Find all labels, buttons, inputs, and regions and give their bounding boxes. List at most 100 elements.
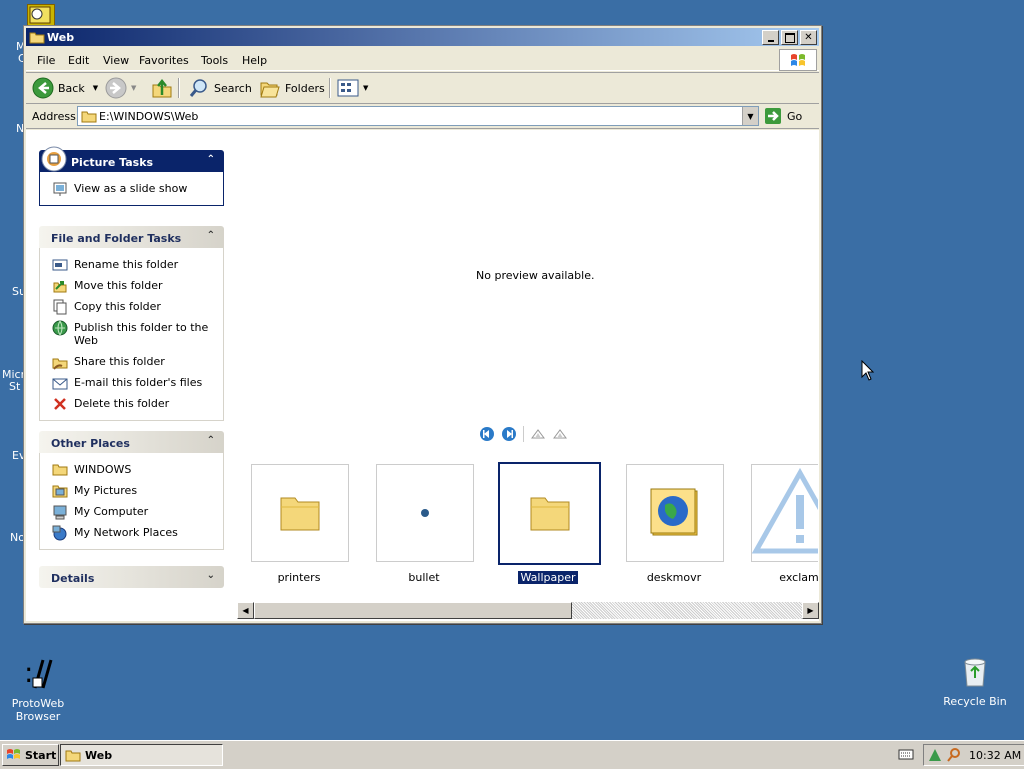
preview-message: No preview available. [476,269,595,282]
thumbnail-wallpaper[interactable] [498,462,601,565]
scroll-right-button[interactable]: ▶ [802,602,819,619]
computer-icon [53,505,67,520]
rotate-clockwise-icon[interactable] [530,426,546,442]
desktop-icon-protoweb[interactable]: : ProtoWeb Browser [8,656,68,723]
thumbnail-label: exclam [779,571,819,584]
rotate-counterclockwise-icon[interactable] [552,426,568,442]
address-value: E:\WINDOWS\Web [99,110,199,123]
arrow-left-icon: ◀ [242,606,249,615]
network-tray-icon[interactable] [927,747,943,763]
task-rename-folder[interactable]: Rename this folder [40,254,223,275]
toolbar-separator [178,78,180,98]
thumbnail-printers[interactable] [251,464,349,562]
windows-flag-icon [7,749,20,759]
menu-tools[interactable]: Tools [201,54,228,67]
views-button[interactable]: ▼ [337,77,368,99]
scrollbar-thumb[interactable] [254,602,572,619]
task-move-folder[interactable]: Move this folder [40,275,223,296]
details-panel: Details ⌄ [39,566,224,588]
go-button[interactable]: Go [764,107,802,125]
panel-header[interactable]: Picture Tasks ⌃ [39,146,224,172]
copy-icon [53,299,67,315]
nav-separator [523,426,524,442]
back-button[interactable]: Back ▼ [32,77,98,99]
globe-icon [650,488,698,536]
task-publish-folder[interactable]: Publish this folder to the Web [40,317,223,351]
menu-view[interactable]: View [103,54,129,67]
chevron-down-icon[interactable]: ▼ [131,84,136,92]
chevron-down-icon[interactable]: ▼ [93,84,98,92]
go-label: Go [787,109,803,123]
menu-help[interactable]: Help [242,54,267,67]
panel-header[interactable]: File and Folder Tasks ⌃ [39,226,224,248]
bullet-dot [421,509,429,517]
close-button[interactable]: ✕ [800,30,817,45]
scroll-left-button[interactable]: ◀ [237,602,254,619]
publish-web-icon [52,320,68,336]
clock[interactable]: 10:32 AM [969,749,1021,762]
taskbar-window-web[interactable]: Web [60,744,223,766]
place-my-pictures[interactable]: My Pictures [40,480,223,501]
thumbnail-label: bullet [408,571,440,584]
next-image-icon[interactable] [501,426,517,442]
address-input[interactable]: E:\WINDOWS\Web ▼ [77,106,759,126]
scrollbar-track[interactable] [572,602,802,619]
desktop-label-fragment: St [9,380,21,393]
other-places-panel: Other Places ⌃ WINDOWS My Pictures My Co… [39,431,224,550]
menu-edit[interactable]: Edit [68,54,89,67]
thumbnail-deskmovr[interactable] [626,464,724,562]
task-label: View as a slide show [74,182,188,195]
maximize-button[interactable] [781,30,798,45]
start-button[interactable]: Start [2,744,59,766]
start-label: Start [25,748,57,762]
thumbnail-label: printers [277,571,321,584]
move-icon [53,281,67,293]
task-view-slideshow[interactable]: View as a slide show [40,178,223,199]
chevron-down-icon[interactable]: ▼ [363,84,368,92]
thumbnail-bullet[interactable] [376,464,474,562]
task-label: Rename this folder [74,258,179,271]
task-email-files[interactable]: E-mail this folder's files [40,372,223,393]
folders-button[interactable]: Folders [259,77,325,99]
collapse-icon[interactable]: ⌃ [207,435,215,446]
expand-icon[interactable]: ⌄ [207,570,215,581]
place-windows[interactable]: WINDOWS [40,459,223,480]
horizontal-scrollbar[interactable]: ◀ ▶ [237,602,819,619]
forward-button[interactable]: ▼ [105,77,136,99]
place-my-computer[interactable]: My Computer [40,501,223,522]
collapse-icon[interactable]: ⌃ [207,154,215,165]
previous-image-icon[interactable] [479,426,495,442]
task-share-folder[interactable]: Share this folder [40,351,223,372]
network-icon [52,525,67,541]
search-tray-icon[interactable] [946,747,962,763]
collapse-icon[interactable]: ⌃ [207,230,215,241]
folder-icon [81,111,97,123]
place-label: My Network Places [74,526,178,539]
minimize-button[interactable] [762,30,779,45]
panel-header[interactable]: Other Places ⌃ [39,431,224,453]
share-icon [52,358,68,370]
task-delete-folder[interactable]: Delete this folder [40,393,223,414]
menu-favorites[interactable]: Favorites [139,54,189,67]
task-label: Share this folder [74,355,165,368]
desktop-icon-recycle-bin[interactable]: Recycle Bin [940,656,1010,708]
picture-tasks-icon [41,146,67,172]
up-button[interactable] [151,77,173,99]
address-dropdown-button[interactable]: ▼ [742,107,758,125]
search-button[interactable]: Search [188,77,252,99]
thumbnail-label: deskmovr [646,571,702,584]
desktop-icon-label: ProtoWeb Browser [11,697,65,723]
maximize-icon [784,32,795,43]
keyboard-icon[interactable] [898,748,914,760]
window-title: Web [47,31,75,44]
place-my-network[interactable]: My Network Places [40,522,223,543]
task-copy-folder[interactable]: Copy this folder [40,296,223,317]
title-bar[interactable]: Web ✕ [26,28,819,46]
menu-file[interactable]: File [37,54,55,67]
task-label: Delete this folder [74,397,170,410]
panel-header[interactable]: Details ⌄ [39,566,224,588]
my-pictures-icon [52,485,68,498]
panel-title: Details [51,572,95,585]
thumbnail-exclam[interactable] [751,464,818,562]
folder-icon [280,497,320,531]
